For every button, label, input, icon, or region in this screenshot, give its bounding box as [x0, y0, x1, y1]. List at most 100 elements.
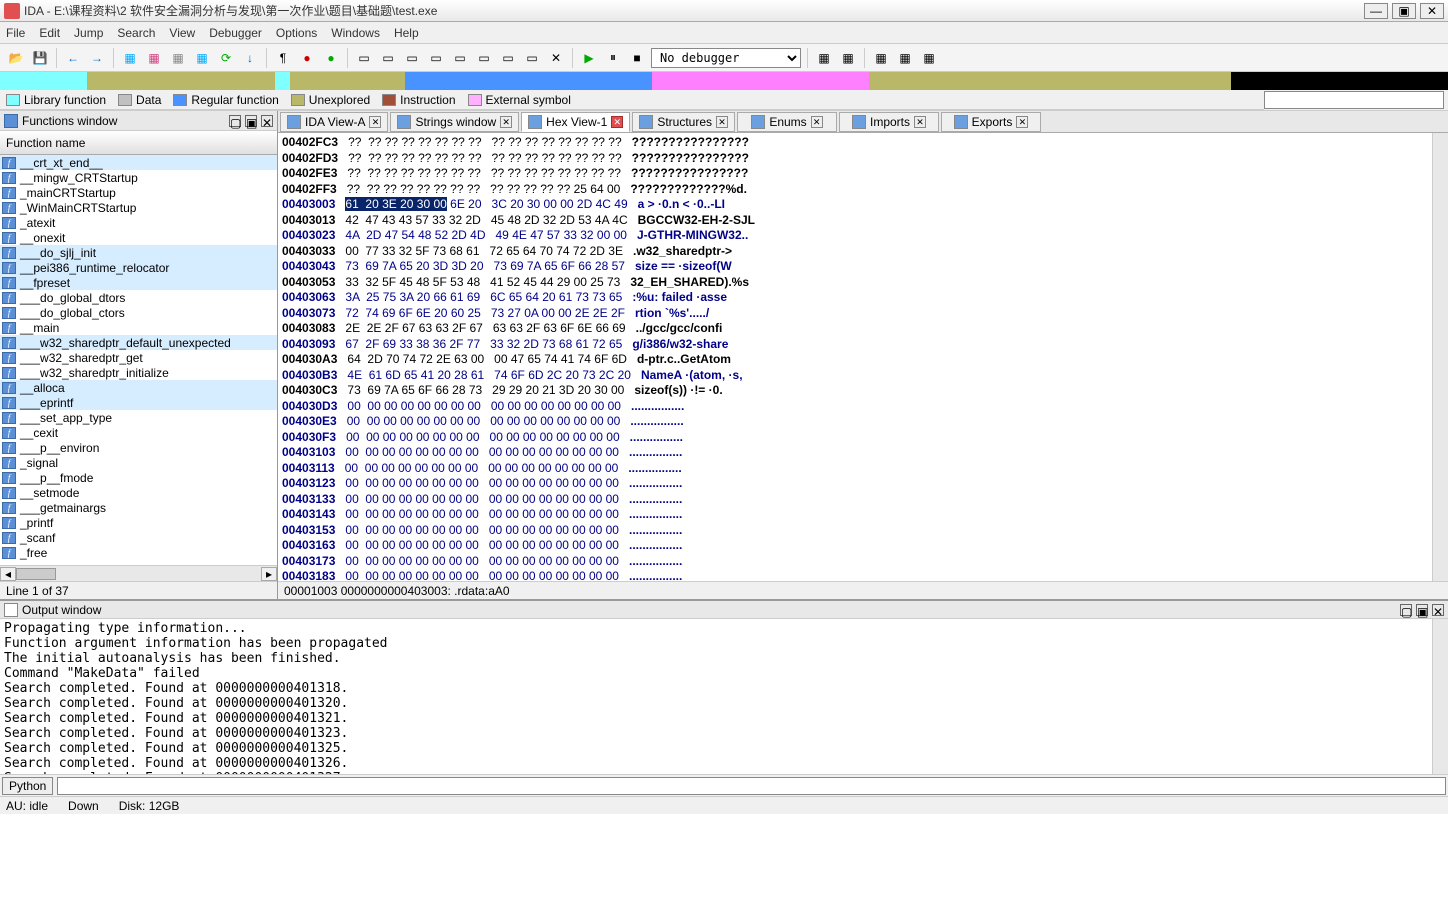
hex-row[interactable]: 00403093 67 2F 69 33 38 36 2F 77 33 32 2…: [282, 337, 1428, 353]
panel-max-button[interactable]: ▣: [245, 115, 257, 127]
hex-row[interactable]: 00403003 61 20 3E 20 30 00 6E 20 3C 20 3…: [282, 197, 1428, 213]
function-row[interactable]: f_scanf: [0, 530, 277, 545]
hex-view-body[interactable]: 00402FC3 ?? ?? ?? ?? ?? ?? ?? ?? ?? ?? ?…: [278, 133, 1432, 581]
hex-row[interactable]: 004030F3 00 00 00 00 00 00 00 00 00 00 0…: [282, 430, 1428, 446]
menu-file[interactable]: File: [6, 26, 25, 40]
function-row[interactable]: f_WinMainCRTStartup: [0, 200, 277, 215]
play-icon[interactable]: ▶: [579, 48, 599, 68]
nav-segment[interactable]: [405, 72, 651, 90]
menu-jump[interactable]: Jump: [74, 26, 103, 40]
scroll-left-icon[interactable]: ◂: [0, 567, 16, 581]
tool-icon[interactable]: ▦: [192, 48, 212, 68]
tab-close-icon[interactable]: ✕: [716, 116, 728, 128]
hex-row[interactable]: 00403153 00 00 00 00 00 00 00 00 00 00 0…: [282, 523, 1428, 539]
close-button[interactable]: ✕: [1420, 3, 1444, 19]
tab-close-icon[interactable]: ✕: [369, 116, 381, 128]
nav-segment[interactable]: [869, 72, 1231, 90]
tool-icon[interactable]: ▭: [402, 48, 422, 68]
hex-row[interactable]: 00403023 4A 2D 47 54 48 52 2D 4D 49 4E 4…: [282, 228, 1428, 244]
pause-icon[interactable]: ⏸: [603, 48, 623, 68]
function-row[interactable]: f__pei386_runtime_relocator: [0, 260, 277, 275]
menu-help[interactable]: Help: [394, 26, 419, 40]
nav-segment[interactable]: [290, 72, 406, 90]
menu-windows[interactable]: Windows: [331, 26, 380, 40]
refresh-icon[interactable]: ⟳: [216, 48, 236, 68]
menu-edit[interactable]: Edit: [39, 26, 60, 40]
function-row[interactable]: f_signal: [0, 455, 277, 470]
menu-debugger[interactable]: Debugger: [209, 26, 262, 40]
text-icon[interactable]: ¶: [273, 48, 293, 68]
tool-icon[interactable]: ▭: [354, 48, 374, 68]
hex-row[interactable]: 00403173 00 00 00 00 00 00 00 00 00 00 0…: [282, 554, 1428, 570]
hex-row[interactable]: 004030B3 4E 61 6D 65 41 20 28 61 74 6F 6…: [282, 368, 1428, 384]
tab-ida-view-a[interactable]: IDA View-A✕: [280, 112, 388, 132]
debugger-select[interactable]: No debugger: [651, 48, 801, 68]
nav-segment[interactable]: [0, 72, 87, 90]
hex-row[interactable]: 00402FF3 ?? ?? ?? ?? ?? ?? ?? ?? ?? ?? ?…: [282, 182, 1428, 198]
python-button[interactable]: Python: [2, 777, 53, 795]
tool-icon[interactable]: ▭: [522, 48, 542, 68]
hex-row[interactable]: 004030A3 64 2D 70 74 72 2E 63 00 00 47 6…: [282, 352, 1428, 368]
tab-close-icon[interactable]: ✕: [500, 116, 512, 128]
function-row[interactable]: f___p__environ: [0, 440, 277, 455]
hex-row[interactable]: 00403053 33 32 5F 45 48 5F 53 48 41 52 4…: [282, 275, 1428, 291]
tool-icon[interactable]: ▦: [814, 48, 834, 68]
function-row[interactable]: f_atexit: [0, 215, 277, 230]
hex-row[interactable]: 00403183 00 00 00 00 00 00 00 00 00 00 0…: [282, 569, 1428, 581]
hex-row[interactable]: 00402FE3 ?? ?? ?? ?? ?? ?? ?? ?? ?? ?? ?…: [282, 166, 1428, 182]
hex-row[interactable]: 00403133 00 00 00 00 00 00 00 00 00 00 0…: [282, 492, 1428, 508]
minimize-button[interactable]: —: [1364, 3, 1388, 19]
panel-undock-button[interactable]: ▢: [1400, 604, 1412, 616]
function-row[interactable]: f___w32_sharedptr_default_unexpected: [0, 335, 277, 350]
tab-hex-view-1[interactable]: Hex View-1✕: [521, 112, 630, 132]
tool-icon[interactable]: ▦: [871, 48, 891, 68]
scroll-thumb[interactable]: [16, 568, 56, 580]
tab-exports[interactable]: Exports✕: [941, 112, 1041, 132]
hex-row[interactable]: 00402FC3 ?? ?? ?? ?? ?? ?? ?? ?? ?? ?? ?…: [282, 135, 1428, 151]
function-row[interactable]: f__cexit: [0, 425, 277, 440]
tool-icon[interactable]: ▦: [120, 48, 140, 68]
function-row[interactable]: f___do_global_dtors: [0, 290, 277, 305]
nav-segment[interactable]: [87, 72, 275, 90]
tool-icon[interactable]: ▭: [426, 48, 446, 68]
menu-search[interactable]: Search: [117, 26, 155, 40]
nav-segment[interactable]: [652, 72, 869, 90]
functions-hscroll[interactable]: ◂ ▸: [0, 565, 277, 581]
maximize-button[interactable]: ▣: [1392, 3, 1416, 19]
hex-row[interactable]: 00403063 3A 25 75 3A 20 66 61 69 6C 65 6…: [282, 290, 1428, 306]
hex-vscroll[interactable]: [1432, 133, 1448, 581]
function-row[interactable]: f_free: [0, 545, 277, 560]
hex-row[interactable]: 00403043 73 69 7A 65 20 3D 3D 20 73 69 7…: [282, 259, 1428, 275]
function-row[interactable]: f___do_global_ctors: [0, 305, 277, 320]
tab-close-icon[interactable]: ✕: [914, 116, 926, 128]
hex-row[interactable]: 00403083 2E 2E 2F 67 63 63 2F 67 63 63 2…: [282, 321, 1428, 337]
tool-icon[interactable]: ▭: [450, 48, 470, 68]
python-input[interactable]: [57, 777, 1446, 795]
output-vscroll[interactable]: [1432, 619, 1448, 774]
output-body[interactable]: Propagating type information... Function…: [0, 619, 1432, 774]
hex-row[interactable]: 00402FD3 ?? ?? ?? ?? ?? ?? ?? ?? ?? ?? ?…: [282, 151, 1428, 167]
hex-row[interactable]: 00403033 00 77 33 32 5F 73 68 61 72 65 6…: [282, 244, 1428, 260]
tool-icon[interactable]: ▦: [168, 48, 188, 68]
save-icon[interactable]: 💾: [30, 48, 50, 68]
function-row[interactable]: f___w32_sharedptr_initialize: [0, 365, 277, 380]
stop-icon[interactable]: ■: [627, 48, 647, 68]
panel-undock-button[interactable]: ▢: [229, 115, 241, 127]
tool-icon[interactable]: ✕: [546, 48, 566, 68]
function-row[interactable]: f_printf: [0, 515, 277, 530]
functions-list[interactable]: f__crt_xt_end__f__mingw_CRTStartupf_main…: [0, 155, 277, 565]
nav-segment[interactable]: [275, 72, 289, 90]
hex-row[interactable]: 00403163 00 00 00 00 00 00 00 00 00 00 0…: [282, 538, 1428, 554]
menu-view[interactable]: View: [169, 26, 195, 40]
hex-row[interactable]: 00403123 00 00 00 00 00 00 00 00 00 00 0…: [282, 476, 1428, 492]
back-icon[interactable]: ←: [63, 48, 83, 68]
function-row[interactable]: f___getmainargs: [0, 500, 277, 515]
tab-enums[interactable]: Enums✕: [737, 112, 837, 132]
tool-icon[interactable]: ▭: [498, 48, 518, 68]
function-row[interactable]: f___do_sjlj_init: [0, 245, 277, 260]
function-row[interactable]: f__main: [0, 320, 277, 335]
menu-options[interactable]: Options: [276, 26, 317, 40]
hex-row[interactable]: 00403113 00 00 00 00 00 00 00 00 00 00 0…: [282, 461, 1428, 477]
panel-close-button[interactable]: ✕: [261, 115, 273, 127]
hex-row[interactable]: 004030E3 00 00 00 00 00 00 00 00 00 00 0…: [282, 414, 1428, 430]
